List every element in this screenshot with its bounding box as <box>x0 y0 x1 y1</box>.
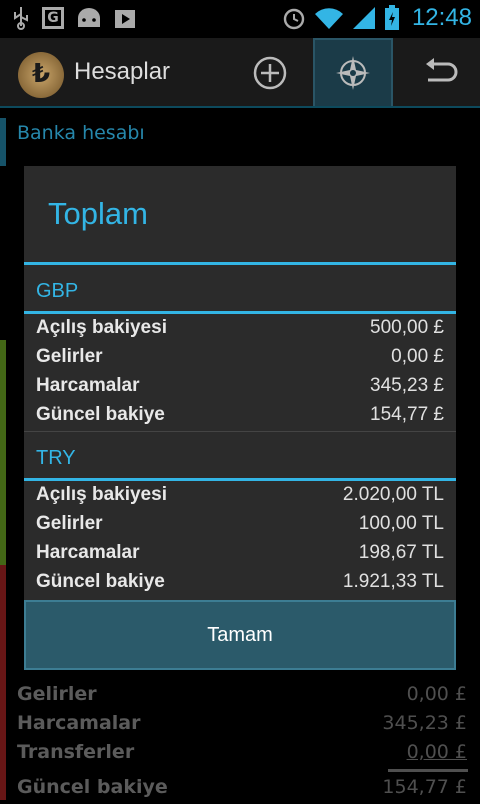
compass-icon <box>336 56 370 90</box>
currency-divider <box>24 478 456 481</box>
row-label: Harcamalar <box>36 375 140 396</box>
summary-button[interactable] <box>313 38 393 108</box>
usb-icon <box>14 7 28 30</box>
row-value: 198,67 TL <box>358 542 444 563</box>
totals-scroll-area[interactable]: GBP Açılış bakiyesi 500,00 £ Gelirler 0,… <box>24 265 456 598</box>
battery-charging-icon <box>384 5 399 30</box>
android-icon <box>78 8 100 27</box>
row-label: Açılış bakiyesi <box>36 484 167 505</box>
total-row: Güncel bakiye 1.921,33 TL <box>36 571 444 598</box>
currency-divider <box>24 311 456 314</box>
row-label: Harcamalar <box>36 542 140 563</box>
add-button[interactable] <box>230 38 310 108</box>
group-separator <box>24 431 456 432</box>
app-title: Hesaplar <box>74 58 171 85</box>
alarm-icon <box>283 8 305 30</box>
total-row: Açılış bakiyesi 500,00 £ <box>36 317 444 345</box>
total-row: Gelirler 100,00 TL <box>36 513 444 541</box>
g-notification-icon: G <box>42 7 64 29</box>
app-logo[interactable]: ₺ <box>18 52 64 98</box>
currency-header: GBP <box>36 280 79 302</box>
back-icon <box>426 58 458 82</box>
row-value: 345,23 £ <box>370 375 444 396</box>
currency-header: TRY <box>36 447 76 469</box>
total-row: Güncel bakiye 154,77 £ <box>36 404 444 432</box>
row-label: Güncel bakiye <box>36 571 165 592</box>
notification-icons: G <box>12 6 136 30</box>
row-value: 100,00 TL <box>358 513 444 534</box>
clock: 12:48 <box>411 4 472 31</box>
total-row: Harcamalar 198,67 TL <box>36 542 444 570</box>
total-row: Harcamalar 345,23 £ <box>36 375 444 403</box>
total-row: Açılış bakiyesi 2.020,00 TL <box>36 484 444 512</box>
row-label: Gelirler <box>36 513 103 534</box>
row-value: 1.921,33 TL <box>342 571 444 592</box>
row-value: 500,00 £ <box>370 317 444 338</box>
row-label: Güncel bakiye <box>36 404 165 425</box>
totals-dialog: Toplam GBP Açılış bakiyesi 500,00 £ Geli… <box>24 166 456 670</box>
row-label: Açılış bakiyesi <box>36 317 167 338</box>
row-value: 154,77 £ <box>370 404 444 425</box>
add-icon <box>253 56 287 90</box>
total-row: Gelirler 0,00 £ <box>36 346 444 374</box>
back-button[interactable] <box>400 38 480 108</box>
row-value: 2.020,00 TL <box>342 484 444 505</box>
dialog-title: Toplam <box>48 196 148 231</box>
ok-button[interactable]: Tamam <box>24 600 456 670</box>
wifi-icon <box>314 8 343 29</box>
lira-icon: ₺ <box>31 59 51 89</box>
play-store-icon <box>115 10 135 28</box>
row-value: 0,00 £ <box>391 346 444 367</box>
system-icons: 12:48 <box>282 4 472 32</box>
row-label: Gelirler <box>36 346 103 367</box>
signal-icon <box>352 7 375 29</box>
action-bar: ₺ Hesaplar <box>0 38 480 108</box>
status-bar: G 12:48 <box>0 0 480 38</box>
